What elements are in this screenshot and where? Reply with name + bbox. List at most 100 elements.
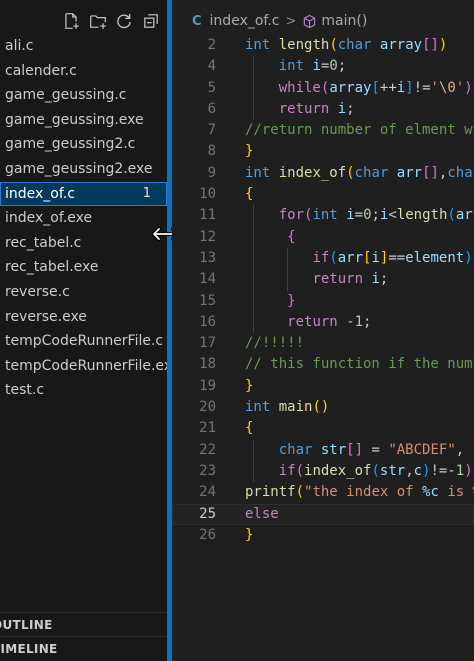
code-token: } [245,143,254,160]
code-line[interactable]: 13 if(arr[i]==element) [172,247,474,270]
code-token: arr [455,207,474,224]
code-text: } [245,376,253,397]
code-token: main [278,399,313,416]
code-line[interactable]: 17 //!!!!! [172,333,474,354]
code-line[interactable]: 6 return i; [172,98,474,121]
code-line[interactable]: 11 for(int i=0;i<length(arr);i++) [172,205,474,227]
code-text: int main() [245,397,329,418]
code-token: length [396,207,448,224]
file-item[interactable]: calender.c [0,59,167,84]
file-item[interactable]: index_of.exe [0,206,167,231]
code-line[interactable]: 8} [172,141,474,162]
breadcrumb-file[interactable]: index_of.c [210,13,280,29]
line-number: 21 [199,420,216,437]
code-line[interactable]: 14 return i; [172,269,474,291]
code-line[interactable]: 15 } [172,290,474,312]
outline-section-header[interactable]: OUTLINE [0,612,167,637]
code-text: int length(char array[]) [245,35,447,56]
code-token: return [278,100,330,117]
code-token: 1 [455,462,465,479]
file-item[interactable]: ali.c [0,34,167,59]
file-item[interactable]: rec_tabel.exe [0,255,167,280]
code-line[interactable]: 4 int i=0; [172,56,474,78]
code-line-current[interactable]: 25 else [172,503,474,525]
code-token: int [312,207,338,224]
code-text: while(array[++i]!='\0') [245,78,473,99]
line-number: 19 [199,377,216,394]
code-text: char str[] = "ABCDEF", [245,440,464,461]
refresh-icon[interactable] [113,8,135,34]
code-line[interactable]: 10 { [172,184,474,205]
code-token: i [371,249,380,266]
file-name: game_geussing2.exe [5,160,153,177]
file-item[interactable]: rec_tabel.c [0,231,167,256]
code-line[interactable]: 20 int main() [172,397,474,418]
file-item[interactable]: game_geussing2.exe [0,157,167,182]
code-token: == [388,249,406,266]
new-folder-icon[interactable] [87,8,109,34]
code-line[interactable]: 2 int length(char array[]) [172,35,474,56]
code-line[interactable]: 7 //return number of elment with [172,120,474,141]
code-line[interactable]: 16 return -1; [172,311,474,334]
code-text: return -1; [245,312,371,333]
file-item[interactable]: game_geussing.c [0,83,167,108]
code-line[interactable]: 24 printf("the index of %c is %d [172,482,474,503]
code-text: if(index_of(str,c)!=-1) [245,461,473,482]
code-line[interactable]: 18 // this function if the number [172,354,474,375]
code-token: , [405,462,414,479]
code-token: [] [422,37,439,53]
file-item-active[interactable]: index_of.c 1 [0,181,167,207]
file-item[interactable]: game_geussing.exe [0,108,167,133]
explorer-toolbar [0,8,167,34]
file-name: game_geussing2.c [5,136,136,153]
line-number: 16 [199,313,216,330]
file-item[interactable]: test.c [0,378,167,403]
file-item[interactable]: tempCodeRunnerFile.c [0,329,167,354]
file-name: calender.c [5,62,77,79]
file-item[interactable]: reverse.exe [0,305,167,330]
code-token: length [278,37,330,53]
breadcrumb-symbol[interactable]: main() [321,13,367,29]
line-number: 26 [199,526,216,543]
timeline-section-header[interactable]: TIMELINE [0,636,167,661]
code-token: ) [464,462,473,479]
collapse-all-icon[interactable] [140,8,162,34]
code-line[interactable]: 5 while(array[++i]!='\0') [172,77,474,99]
code-token: ' [430,79,439,96]
line-number: 5 [207,79,216,96]
code-token: < [388,207,397,224]
code-token: if [278,462,296,479]
file-name: game_geussing.exe [5,111,144,128]
code-token: ( [295,462,305,479]
line-number: 13 [199,249,216,266]
code-token: ++ [379,79,397,96]
file-name: game_geussing.c [5,87,127,104]
file-name: rec_tabel.c [5,234,82,251]
file-item[interactable]: reverse.c [0,280,167,305]
file-item[interactable]: tempCodeRunnerFile.exe [0,354,167,379]
code-token: !=- [430,462,456,479]
code-line[interactable]: 26} [172,525,474,546]
code-token: if [312,249,330,266]
file-item[interactable]: game_geussing2.c [0,132,167,157]
new-file-icon[interactable] [60,8,82,34]
code-token: "ABCDEF" [388,441,456,458]
code-lines[interactable]: 2 int length(char array[]) 4 int i=0; 5 whi… [172,35,474,546]
code-line[interactable]: 22 char str[] = "ABCDEF", [172,439,474,461]
code-line[interactable]: 21 { [172,418,474,439]
code-line[interactable]: 12 { [172,226,474,248]
code-line[interactable]: 9 int index_of(char arr[],char element) [172,163,474,184]
code-token: = [363,441,389,458]
code-line[interactable]: 23 if(index_of(str,c)!=-1) [172,460,474,483]
code-editor[interactable]: C index_of.c > main() 2 int length(char a… [172,0,474,661]
line-number: 18 [199,356,216,373]
code-line[interactable]: 19} [172,376,474,397]
code-token: ] [405,79,414,96]
